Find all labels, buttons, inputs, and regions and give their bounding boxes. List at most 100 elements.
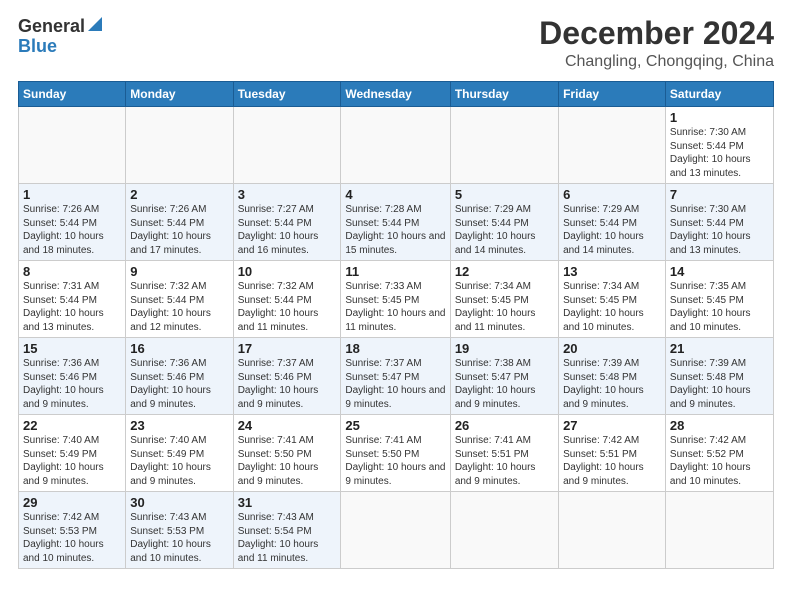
calendar-week-row: 1 Sunrise: 7:26 AMSunset: 5:44 PMDaylight… <box>19 184 774 261</box>
calendar-cell <box>665 492 773 569</box>
day-info: Sunrise: 7:37 AMSunset: 5:47 PMDaylight:… <box>345 357 445 411</box>
day-info: Sunrise: 7:36 AMSunset: 5:46 PMDaylight:… <box>23 357 121 411</box>
day-number: 1 <box>670 110 769 125</box>
day-info: Sunrise: 7:32 AMSunset: 5:44 PMDaylight:… <box>238 280 337 334</box>
day-info: Sunrise: 7:41 AMSunset: 5:50 PMDaylight:… <box>238 434 337 488</box>
calendar-cell: 28Sunrise: 7:42 AMSunset: 5:52 PMDayligh… <box>665 415 773 492</box>
calendar-cell: 8Sunrise: 7:31 AMSunset: 5:44 PMDaylight… <box>19 261 126 338</box>
calendar-week-row: 22Sunrise: 7:40 AMSunset: 5:49 PMDayligh… <box>19 415 774 492</box>
calendar-cell: 9Sunrise: 7:32 AMSunset: 5:44 PMDaylight… <box>126 261 233 338</box>
day-number: 26 <box>455 418 554 433</box>
calendar-cell: 6Sunrise: 7:29 AMSunset: 5:44 PMDaylight… <box>559 184 666 261</box>
header: General Blue December 2024 Changling, Ch… <box>18 16 774 71</box>
calendar-cell: 20Sunrise: 7:39 AMSunset: 5:48 PMDayligh… <box>559 338 666 415</box>
title-main: December 2024 <box>539 16 774 51</box>
day-number: 31 <box>238 495 337 510</box>
day-info: Sunrise: 7:39 AMSunset: 5:48 PMDaylight:… <box>670 357 769 411</box>
day-info: Sunrise: 7:43 AMSunset: 5:54 PMDaylight:… <box>238 511 337 565</box>
day-info: Sunrise: 7:42 AMSunset: 5:51 PMDaylight:… <box>563 434 661 488</box>
day-info: Sunrise: 7:34 AMSunset: 5:45 PMDaylight:… <box>455 280 554 334</box>
day-number: 3 <box>238 187 337 202</box>
day-info: Sunrise: 7:26 AMSunset: 5:44 PMDaylight:… <box>130 203 228 257</box>
page: General Blue December 2024 Changling, Ch… <box>0 0 792 612</box>
calendar-cell: 17Sunrise: 7:37 AMSunset: 5:46 PMDayligh… <box>233 338 341 415</box>
title-sub: Changling, Chongqing, China <box>539 53 774 71</box>
calendar-week-row: 15Sunrise: 7:36 AMSunset: 5:46 PMDayligh… <box>19 338 774 415</box>
day-number: 30 <box>130 495 228 510</box>
day-number: 19 <box>455 341 554 356</box>
day-number: 20 <box>563 341 661 356</box>
calendar-header-sunday: Sunday <box>19 82 126 107</box>
calendar-cell: 11Sunrise: 7:33 AMSunset: 5:45 PMDayligh… <box>341 261 450 338</box>
calendar-cell: 26Sunrise: 7:41 AMSunset: 5:51 PMDayligh… <box>450 415 558 492</box>
calendar-cell <box>341 107 450 184</box>
calendar-header-tuesday: Tuesday <box>233 82 341 107</box>
logo-triangle-icon <box>88 17 102 36</box>
calendar-week-row: 1Sunrise: 7:30 AMSunset: 5:44 PMDaylight… <box>19 107 774 184</box>
title-block: December 2024 Changling, Chongqing, Chin… <box>539 16 774 71</box>
day-number: 16 <box>130 341 228 356</box>
day-number: 9 <box>130 264 228 279</box>
day-number: 15 <box>23 341 121 356</box>
calendar-cell: 27Sunrise: 7:42 AMSunset: 5:51 PMDayligh… <box>559 415 666 492</box>
day-number: 10 <box>238 264 337 279</box>
day-info: Sunrise: 7:28 AMSunset: 5:44 PMDaylight:… <box>345 203 445 257</box>
day-number: 25 <box>345 418 445 433</box>
day-number: 1 <box>23 187 121 202</box>
day-number: 18 <box>345 341 445 356</box>
day-info: Sunrise: 7:27 AMSunset: 5:44 PMDaylight:… <box>238 203 337 257</box>
day-info: Sunrise: 7:39 AMSunset: 5:48 PMDaylight:… <box>563 357 661 411</box>
calendar-cell: 30Sunrise: 7:43 AMSunset: 5:53 PMDayligh… <box>126 492 233 569</box>
calendar-cell: 3Sunrise: 7:27 AMSunset: 5:44 PMDaylight… <box>233 184 341 261</box>
calendar-cell <box>233 107 341 184</box>
logo-blue: Blue <box>18 37 57 55</box>
day-number: 4 <box>345 187 445 202</box>
calendar-cell: 15Sunrise: 7:36 AMSunset: 5:46 PMDayligh… <box>19 338 126 415</box>
calendar-cell: 4Sunrise: 7:28 AMSunset: 5:44 PMDaylight… <box>341 184 450 261</box>
calendar-cell <box>126 107 233 184</box>
calendar-cell <box>19 107 126 184</box>
calendar-header-monday: Monday <box>126 82 233 107</box>
day-info: Sunrise: 7:29 AMSunset: 5:44 PMDaylight:… <box>563 203 661 257</box>
day-number: 6 <box>563 187 661 202</box>
day-info: Sunrise: 7:43 AMSunset: 5:53 PMDaylight:… <box>130 511 228 565</box>
calendar-header-row: SundayMondayTuesdayWednesdayThursdayFrid… <box>19 82 774 107</box>
calendar-cell: 16Sunrise: 7:36 AMSunset: 5:46 PMDayligh… <box>126 338 233 415</box>
calendar-cell: 7Sunrise: 7:30 AMSunset: 5:44 PMDaylight… <box>665 184 773 261</box>
calendar-cell: 2Sunrise: 7:26 AMSunset: 5:44 PMDaylight… <box>126 184 233 261</box>
calendar-cell: 18Sunrise: 7:37 AMSunset: 5:47 PMDayligh… <box>341 338 450 415</box>
day-number: 29 <box>23 495 121 510</box>
day-number: 14 <box>670 264 769 279</box>
day-info: Sunrise: 7:37 AMSunset: 5:46 PMDaylight:… <box>238 357 337 411</box>
calendar-week-row: 29Sunrise: 7:42 AMSunset: 5:53 PMDayligh… <box>19 492 774 569</box>
calendar-cell: 13Sunrise: 7:34 AMSunset: 5:45 PMDayligh… <box>559 261 666 338</box>
calendar-week-row: 8Sunrise: 7:31 AMSunset: 5:44 PMDaylight… <box>19 261 774 338</box>
day-info: Sunrise: 7:34 AMSunset: 5:45 PMDaylight:… <box>563 280 661 334</box>
calendar-cell: 1Sunrise: 7:26 AMSunset: 5:44 PMDaylight… <box>19 184 126 261</box>
calendar-cell: 1Sunrise: 7:30 AMSunset: 5:44 PMDaylight… <box>665 107 773 184</box>
day-number: 2 <box>130 187 228 202</box>
calendar-cell: 5Sunrise: 7:29 AMSunset: 5:44 PMDaylight… <box>450 184 558 261</box>
calendar-cell <box>450 107 558 184</box>
day-number: 12 <box>455 264 554 279</box>
logo-general: General <box>18 16 85 37</box>
day-number: 23 <box>130 418 228 433</box>
calendar-cell: 25Sunrise: 7:41 AMSunset: 5:50 PMDayligh… <box>341 415 450 492</box>
calendar-header-wednesday: Wednesday <box>341 82 450 107</box>
day-info: Sunrise: 7:29 AMSunset: 5:44 PMDaylight:… <box>455 203 554 257</box>
calendar-header-friday: Friday <box>559 82 666 107</box>
day-number: 7 <box>670 187 769 202</box>
calendar-cell: 29Sunrise: 7:42 AMSunset: 5:53 PMDayligh… <box>19 492 126 569</box>
day-number: 11 <box>345 264 445 279</box>
day-info: Sunrise: 7:31 AMSunset: 5:44 PMDaylight:… <box>23 280 121 334</box>
day-info: Sunrise: 7:40 AMSunset: 5:49 PMDaylight:… <box>130 434 228 488</box>
calendar-cell <box>559 492 666 569</box>
day-info: Sunrise: 7:41 AMSunset: 5:50 PMDaylight:… <box>345 434 445 488</box>
day-info: Sunrise: 7:42 AMSunset: 5:53 PMDaylight:… <box>23 511 121 565</box>
calendar-cell <box>341 492 450 569</box>
day-number: 5 <box>455 187 554 202</box>
day-number: 27 <box>563 418 661 433</box>
calendar-cell: 24Sunrise: 7:41 AMSunset: 5:50 PMDayligh… <box>233 415 341 492</box>
day-info: Sunrise: 7:38 AMSunset: 5:47 PMDaylight:… <box>455 357 554 411</box>
calendar-cell: 19Sunrise: 7:38 AMSunset: 5:47 PMDayligh… <box>450 338 558 415</box>
